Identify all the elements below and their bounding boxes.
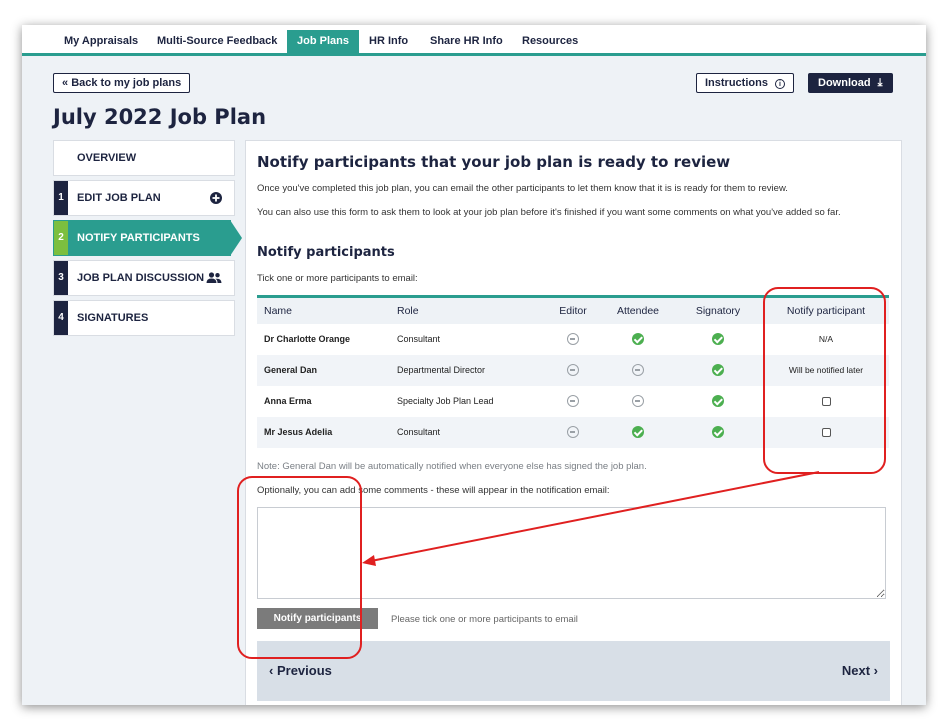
annotation-box-comments [237, 476, 362, 659]
annotation-arrow [370, 471, 820, 562]
app-window: My Appraisals Multi-Source Feedback Job … [22, 25, 926, 705]
annotation-overlay [237, 287, 886, 659]
annotation-arrowhead [362, 555, 376, 566]
annotation-box-notify-column [763, 287, 886, 474]
